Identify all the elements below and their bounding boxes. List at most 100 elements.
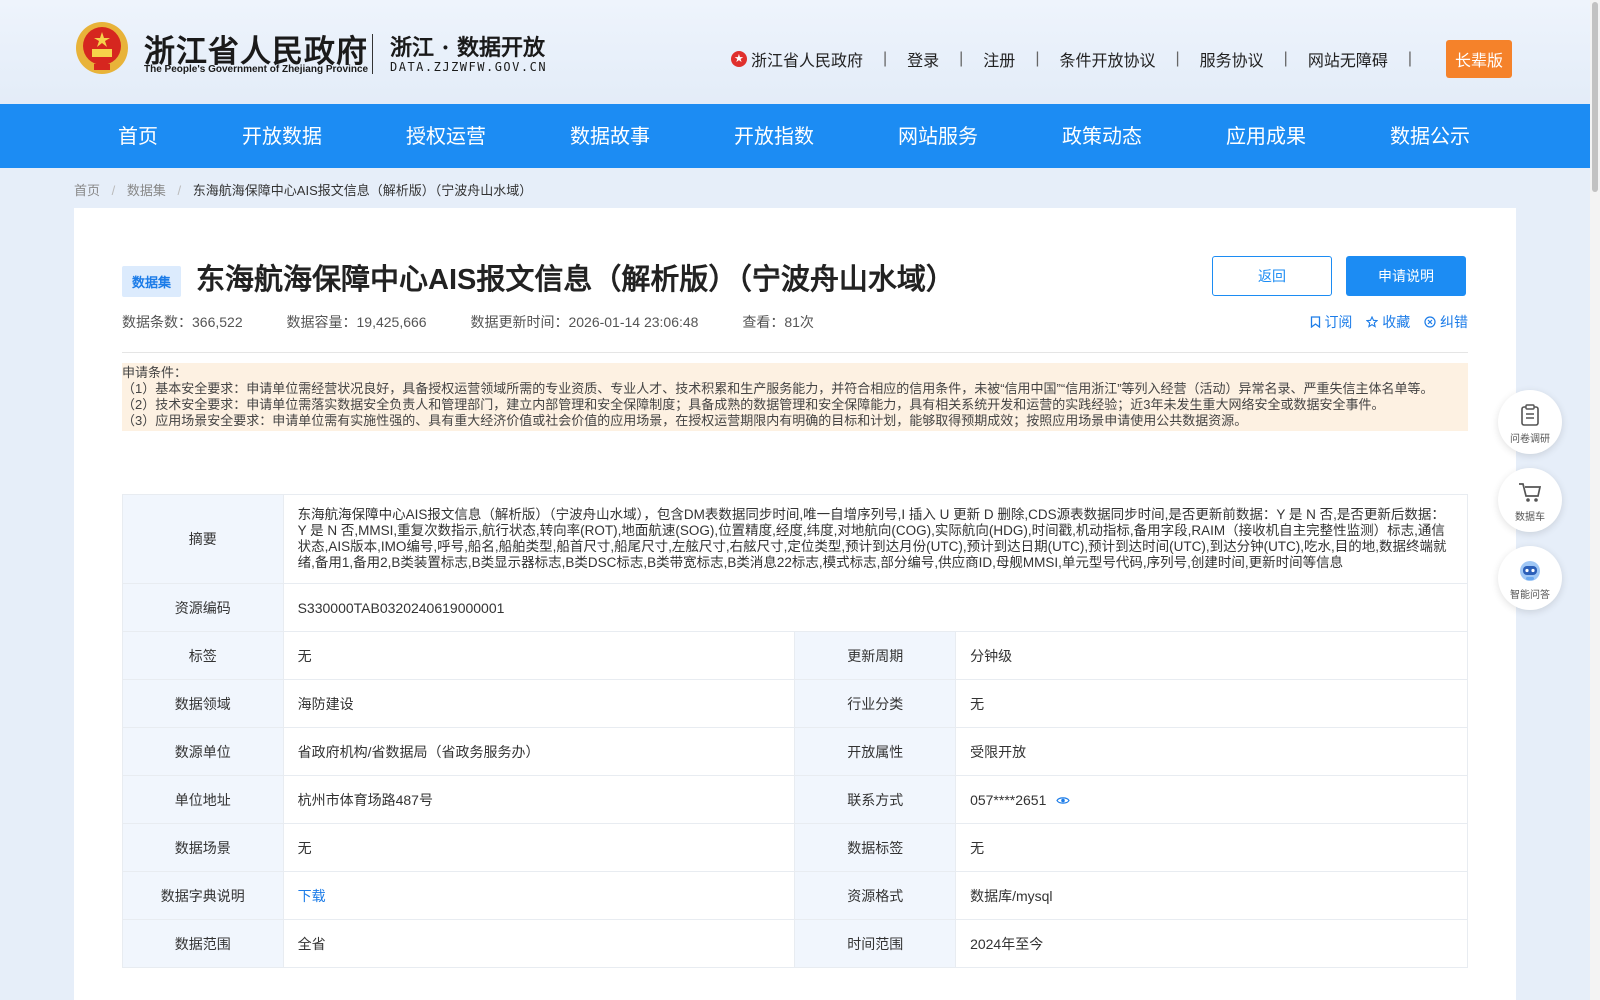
back-button[interactable]: 返回 (1212, 256, 1332, 296)
field-value: 无 (955, 823, 1468, 872)
dataset-details-table: 摘要 东海航海保障中心AIS报文信息（解析版）（宁波舟山水域），包含DM表数据同… (122, 494, 1469, 968)
field-label: 标签 (122, 631, 284, 680)
eye-icon[interactable] (1056, 796, 1070, 805)
field-label: 联系方式 (794, 775, 957, 824)
field-value: 2024年至今 (955, 919, 1468, 968)
condition-technical-security: （2）技术安全要求：申请单位需落实数据安全负责人和管理部门，建立内部管理和安全保… (122, 397, 1385, 412)
view-count: 查看：81次 (742, 314, 814, 330)
top-header: 浙江省人民政府 The People's Government of Zheji… (0, 0, 1590, 104)
star-icon: ★ (730, 51, 747, 67)
summary-label: 摘要 (122, 494, 284, 584)
dataset-type-badge: 数据集 (122, 266, 182, 297)
breadcrumb-home[interactable]: 首页 (74, 183, 100, 198)
main-nav: 首页 开放数据 授权运营 数据故事 开放指数 网站服务 政策动态 应用成果 数据… (0, 104, 1590, 168)
elder-mode-button[interactable]: 长辈版 (1445, 40, 1512, 78)
nav-data-stories[interactable]: 数据故事 (570, 104, 650, 168)
error-circle-icon (1424, 316, 1436, 328)
breadcrumb-separator: / (177, 183, 182, 198)
contact-phone: 057****2651 (970, 791, 1047, 808)
nav-open-index[interactable]: 开放指数 (734, 104, 814, 168)
clipboard-icon (1521, 404, 1539, 426)
data-cart-label: 数据车 (1515, 512, 1545, 523)
link-separator: | (959, 50, 964, 67)
update-time: 数据更新时间：2026-01-14 23:06:48 (470, 314, 699, 330)
condition-scenario-security: （3）应用场景安全要求：申请单位需有实施性强的、具有重大经济价值或社会价值的应用… (122, 413, 1248, 428)
accessibility-link[interactable]: 网站无障碍 (1308, 47, 1388, 71)
subscribe-button[interactable]: 订阅 (1310, 314, 1357, 330)
table-row: 数据字典说明 下载 资源格式 数据库/mysql (122, 871, 1468, 920)
table-row: 资源编码 S330000TAB0320240619000001 (122, 583, 1469, 632)
application-conditions: 申请条件： （1）基本安全要求：申请单位需经营状况良好，具备授权运营领域所需的专… (122, 363, 1468, 431)
report-error-label: 纠错 (1440, 314, 1468, 330)
robot-assistant-icon (1520, 561, 1540, 581)
field-label: 行业分类 (794, 679, 957, 728)
login-link[interactable]: 登录 (907, 47, 939, 71)
table-row: 单位地址 杭州市体育场路487号 联系方式 057****2651 (122, 775, 1468, 824)
service-agreement-link[interactable]: 服务协议 (1200, 47, 1264, 71)
nav-open-data[interactable]: 开放数据 (242, 104, 322, 168)
register-link[interactable]: 注册 (983, 47, 1015, 71)
field-label: 数据字典说明 (122, 871, 284, 920)
link-provincial-government[interactable]: 浙江省人民政府 (751, 47, 863, 71)
favorite-button[interactable]: 收藏 (1366, 314, 1414, 330)
smart-qa-label: 智能问答 (1510, 590, 1550, 601)
site-domain-text: DATA.ZJZWFW.GOV.CN (390, 60, 548, 74)
nav-home[interactable]: 首页 (118, 104, 158, 168)
table-row: 标签 无 更新周期 分钟级 (122, 631, 1468, 680)
divider (122, 352, 1468, 353)
data-cart-float-button[interactable]: 数据车 (1498, 468, 1562, 532)
condition-basic-security: （1）基本安全要求：申请单位需经营状况良好，具备授权运营领域所需的专业资质、专业… (122, 381, 1434, 396)
field-label: 数源单位 (122, 727, 284, 776)
cart-icon (1519, 483, 1542, 502)
subscribe-label: 订阅 (1324, 314, 1353, 330)
table-row: 数源单位 省政府机构/省数据局（省政务服务办） 开放属性 受限开放 (122, 727, 1468, 776)
link-separator: | (1035, 50, 1040, 67)
resource-code-label: 资源编码 (122, 583, 284, 632)
link-separator: | (1407, 50, 1412, 67)
bookmark-icon (1310, 316, 1320, 329)
breadcrumb: 首页 / 数据集 / 东海航海保障中心AIS报文信息（解析版）（宁波舟山水域） (74, 180, 532, 199)
apply-instructions-button[interactable]: 申请说明 (1346, 256, 1466, 296)
field-label: 数据场景 (122, 823, 284, 872)
field-label: 数据标签 (794, 823, 957, 872)
field-value: 无 (282, 631, 796, 680)
table-row: 摘要 东海航海保障中心AIS报文信息（解析版）（宁波舟山水域），包含DM表数据同… (122, 494, 1469, 584)
dictionary-download-link[interactable]: 下载 (298, 888, 326, 904)
page-title: 东海航海保障中心AIS报文信息（解析版）（宁波舟山水域） (196, 264, 955, 296)
nav-site-services[interactable]: 网站服务 (898, 104, 978, 168)
site-logo-text: 浙江 · 数据开放 (390, 35, 545, 61)
survey-float-button[interactable]: 问卷调研 (1498, 390, 1562, 454)
smart-qa-float-button[interactable]: 智能问答 (1498, 546, 1562, 610)
nav-applications[interactable]: 应用成果 (1226, 104, 1306, 168)
nav-policy-news[interactable]: 政策动态 (1062, 104, 1142, 168)
scrollbar-thumb[interactable] (1592, 2, 1598, 192)
table-row: 数据领域 海防建设 行业分类 无 (122, 679, 1468, 728)
table-row: 数据场景 无 数据标签 无 (122, 823, 1468, 872)
field-value: 分钟级 (955, 631, 1468, 680)
field-label: 单位地址 (122, 775, 284, 824)
dataset-meta: 数据条数：366,522 数据容量：19,425,666 数据更新时间：2026… (122, 312, 854, 332)
data-capacity: 数据容量：19,425,666 (286, 314, 427, 330)
link-separator: | (1175, 50, 1180, 67)
government-logo-english: The People's Government of Zhejiang Prov… (144, 64, 369, 75)
field-value: 全省 (282, 919, 796, 968)
table-row: 数据范围 全省 时间范围 2024年至今 (122, 919, 1468, 968)
nav-authorized-operation[interactable]: 授权运营 (406, 104, 486, 168)
logo-divider (372, 34, 373, 74)
breadcrumb-separator: / (111, 183, 116, 198)
nav-data-publicity[interactable]: 数据公示 (1390, 104, 1470, 168)
report-error-button[interactable]: 纠错 (1424, 314, 1468, 330)
record-count: 数据条数：366,522 (122, 314, 243, 330)
favorite-label: 收藏 (1382, 314, 1411, 330)
breadcrumb-datasets[interactable]: 数据集 (127, 183, 166, 198)
conditional-open-agreement-link[interactable]: 条件开放协议 (1059, 47, 1155, 71)
link-separator: | (882, 50, 888, 67)
field-label: 开放属性 (794, 727, 957, 776)
conditions-heading: 申请条件： (122, 365, 188, 380)
field-label: 时间范围 (794, 919, 957, 968)
field-label: 数据领域 (122, 679, 284, 728)
breadcrumb-current: 东海航海保障中心AIS报文信息（解析版）（宁波舟山水域） (192, 183, 533, 198)
star-outline-icon (1366, 315, 1379, 328)
resource-code-value: S330000TAB0320240619000001 (282, 583, 1469, 632)
field-value: 无 (955, 679, 1468, 728)
